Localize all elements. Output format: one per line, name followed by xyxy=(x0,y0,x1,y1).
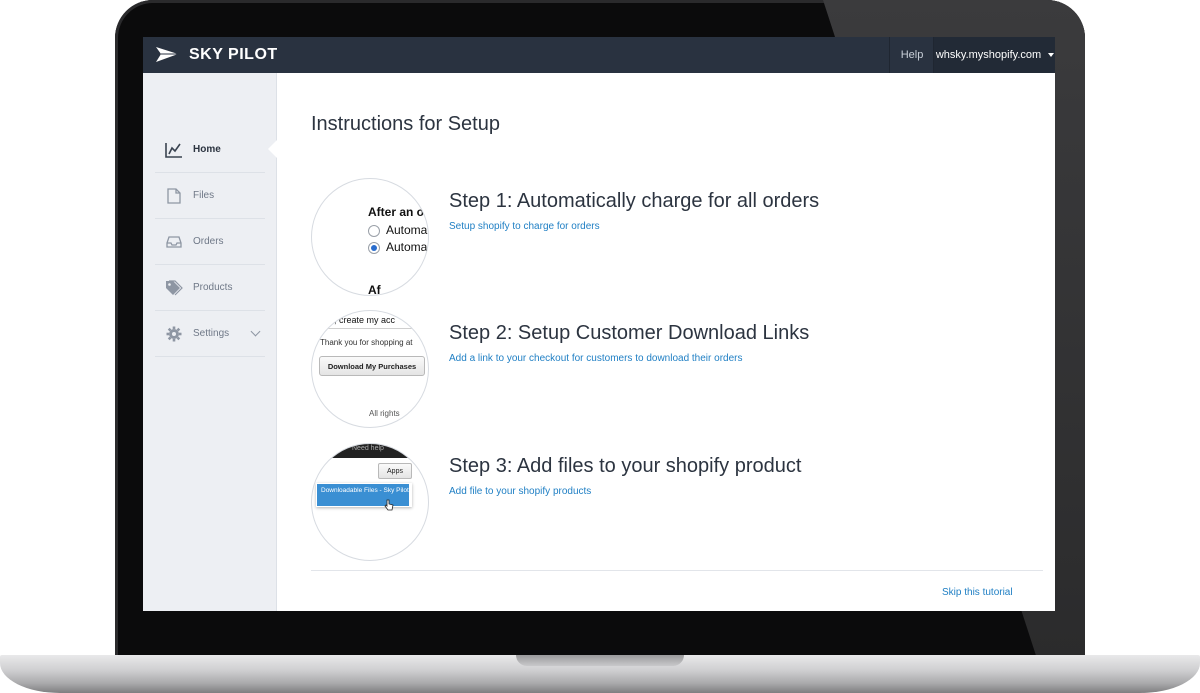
step-title: Step 1: Automatically charge for all ord… xyxy=(449,190,820,212)
caret-down-icon xyxy=(1048,53,1055,57)
tag-icon xyxy=(165,279,183,297)
page-title: Instructions for Setup xyxy=(311,113,500,135)
sidebar: Home Files Orders Products Settings xyxy=(143,73,277,611)
sidebar-item-files[interactable]: Files xyxy=(155,173,265,219)
shop-name: whsky.myshopify.com xyxy=(935,49,1042,61)
hand-cursor-icon xyxy=(384,499,394,511)
brand-logo[interactable]: SKY PILOT xyxy=(155,37,278,73)
sidebar-item-settings[interactable]: Settings xyxy=(155,311,265,357)
step-3-thumbnail: Need help Apps Downloadable Files - Sky … xyxy=(311,443,429,561)
chart-icon xyxy=(165,141,183,159)
step-2-link[interactable]: Add a link to your checkout for customer… xyxy=(449,353,742,364)
top-navbar: SKY PILOT Help whsky.myshopify.com xyxy=(143,37,1055,73)
sidebar-item-home[interactable]: Home xyxy=(155,127,277,173)
thumb-option-1: Automa xyxy=(386,223,428,237)
thumb-footer: All rights xyxy=(369,409,400,418)
step-1-link[interactable]: Setup shopify to charge for orders xyxy=(449,221,600,232)
thumb-top-text: , create my acc xyxy=(334,315,396,325)
shop-dropdown[interactable]: whsky.myshopify.com xyxy=(933,37,1055,73)
step-2-thumbnail: , create my acc Thank you for shopping a… xyxy=(311,310,429,428)
paper-plane-icon xyxy=(156,47,178,62)
sidebar-item-label: Products xyxy=(193,282,233,293)
thumb-line xyxy=(312,328,428,329)
help-link[interactable]: Help xyxy=(889,37,934,73)
app-screen: SKY PILOT Help whsky.myshopify.com Home … xyxy=(143,37,1055,611)
thumb-option-2: Automa xyxy=(386,240,428,254)
thumb-radio-on xyxy=(368,242,380,254)
thumb-heading: After an o xyxy=(368,205,425,219)
sidebar-item-products[interactable]: Products xyxy=(155,265,265,311)
step-title: Step 3: Add files to your shopify produc… xyxy=(449,455,802,477)
step-1-thumbnail: After an o Automa Automa Af xyxy=(311,178,429,296)
file-icon xyxy=(165,187,183,205)
sidebar-item-label: Orders xyxy=(193,236,224,247)
thumb-radio-off xyxy=(368,225,380,237)
laptop-notch xyxy=(516,655,684,666)
main-content: Instructions for Setup After an o Automa… xyxy=(277,73,1055,611)
sidebar-item-label: Home xyxy=(193,144,221,155)
step-title: Step 2: Setup Customer Download Links xyxy=(449,322,810,344)
laptop-base xyxy=(0,655,1200,693)
step-3: Need help Apps Downloadable Files - Sky … xyxy=(311,443,1011,561)
thumb-footer: Af xyxy=(368,283,381,296)
chevron-down-icon xyxy=(250,326,261,337)
brand-name: SKY PILOT xyxy=(189,46,278,63)
gear-icon xyxy=(165,325,183,343)
thumb-download-button: Download My Purchases xyxy=(319,356,425,376)
sidebar-item-orders[interactable]: Orders xyxy=(155,219,265,265)
divider xyxy=(311,570,1043,571)
step-1: After an o Automa Automa Af Step 1: Auto… xyxy=(311,178,1011,296)
sidebar-item-label: Settings xyxy=(193,328,230,339)
thumb-menu-item: Downloadable Files - Sky Pilot xyxy=(317,484,409,506)
active-pointer xyxy=(268,140,277,158)
sidebar-nav: Home Files Orders Products Settings xyxy=(155,127,277,357)
thumb-top-text: Need help xyxy=(352,445,384,452)
skip-tutorial-link[interactable]: Skip this tutorial xyxy=(942,587,1013,598)
thumb-line-text: Thank you for shopping at xyxy=(320,338,413,347)
step-2: , create my acc Thank you for shopping a… xyxy=(311,310,1011,428)
step-3-link[interactable]: Add file to your shopify products xyxy=(449,486,591,497)
inbox-icon xyxy=(165,233,183,251)
sidebar-item-label: Files xyxy=(193,190,215,201)
thumb-apps-button: Apps xyxy=(378,463,412,479)
